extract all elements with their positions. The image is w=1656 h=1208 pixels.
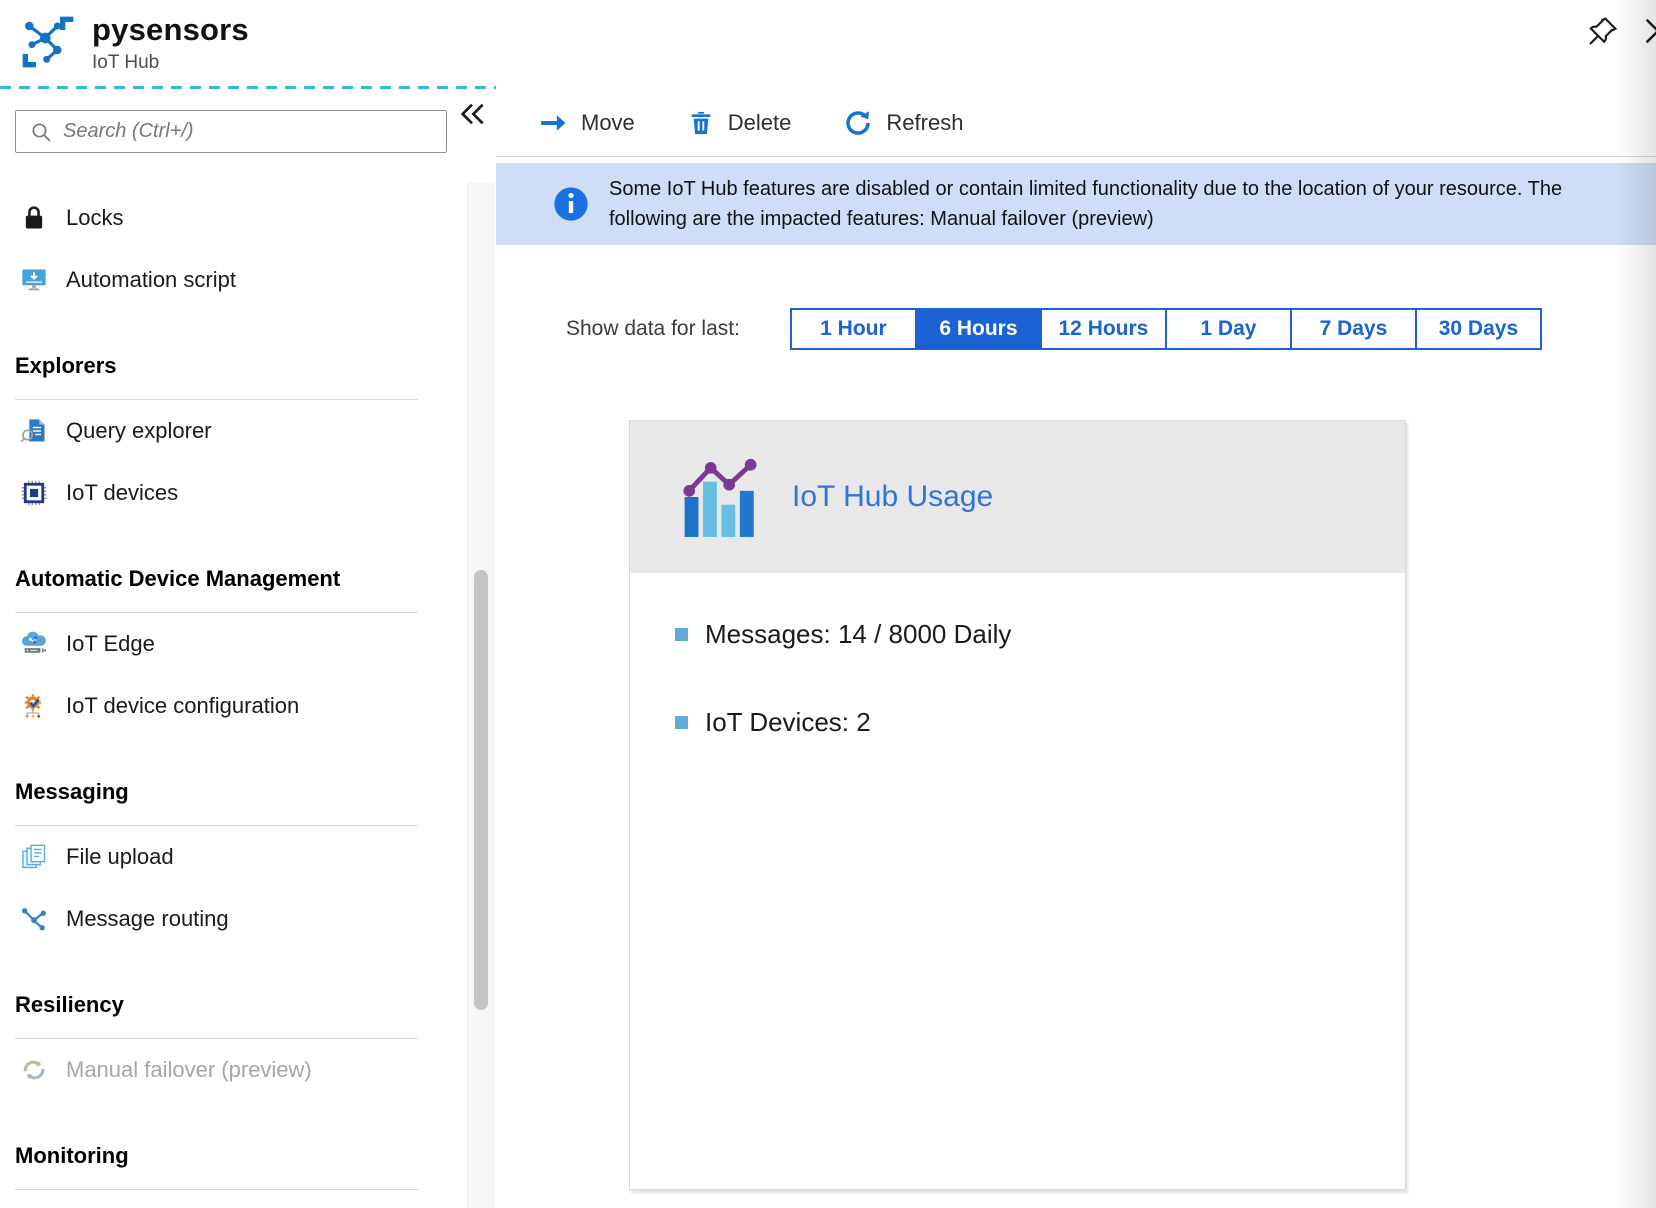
resource-type: IoT Hub	[92, 52, 249, 74]
time-filter-label: Show data for last:	[566, 317, 740, 341]
trash-icon	[687, 109, 715, 137]
close-icon[interactable]	[1641, 14, 1656, 48]
search-icon	[29, 120, 53, 144]
app-header: pysensors IoT Hub	[0, 0, 1656, 86]
iot-hub-usage-card: IoT Hub Usage Messages: 14 / 8000 Daily …	[629, 420, 1406, 1190]
sidebar-item-label: IoT Edge	[66, 631, 155, 657]
sidebar-section-messaging: Messaging	[0, 777, 467, 807]
sidebar-section-resiliency: Resiliency	[0, 990, 467, 1020]
delete-button[interactable]: Delete	[687, 109, 792, 137]
time-button-7-days[interactable]: 7 Days	[1290, 308, 1417, 350]
sidebar-section-automatic-device-management: Automatic Device Management	[0, 564, 467, 594]
sidebar-item-label: IoT device configuration	[66, 693, 299, 719]
manual-failover-icon	[18, 1054, 50, 1086]
usage-card-body: Messages: 14 / 8000 Daily IoT Devices: 2	[630, 573, 1405, 751]
sidebar-scrollbar-thumb[interactable]	[474, 570, 488, 1010]
sidebar-search[interactable]	[15, 110, 447, 153]
sidebar-scrollbar-track[interactable]	[467, 182, 495, 1208]
resource-name: pysensors	[92, 12, 249, 48]
time-filter-buttons: 1 Hour 6 Hours 12 Hours 1 Day 7 Days 30 …	[790, 308, 1542, 350]
bullet-square-icon	[675, 716, 688, 729]
sidebar-item-iot-devices[interactable]: IoT devices	[0, 462, 467, 524]
sidebar-section-explorers: Explorers	[0, 351, 467, 381]
iot-edge-icon	[18, 628, 50, 660]
metric-iot-devices: IoT Devices: 2	[675, 693, 1405, 751]
sidebar-item-iot-device-configuration[interactable]: IoT device configuration	[0, 675, 467, 737]
sidebar-item-label: Locks	[66, 205, 123, 231]
message-routing-icon	[18, 903, 50, 935]
usage-card-title[interactable]: IoT Hub Usage	[792, 480, 993, 514]
sidebar-item-locks[interactable]: Locks	[0, 187, 467, 249]
sidebar-item-alerts[interactable]: Alerts	[0, 1190, 467, 1208]
query-explorer-icon	[18, 415, 50, 447]
time-button-1-day[interactable]: 1 Day	[1165, 308, 1292, 350]
time-button-12-hours[interactable]: 12 Hours	[1040, 308, 1167, 350]
sidebar-item-label: Message routing	[66, 906, 229, 932]
time-button-30-days[interactable]: 30 Days	[1415, 308, 1542, 350]
sidebar-item-message-routing[interactable]: Message routing	[0, 888, 467, 950]
sidebar-item-label: Manual failover (preview)	[66, 1057, 312, 1083]
sidebar-item-manual-failover: Manual failover (preview)	[0, 1039, 467, 1101]
sidebar-item-label: File upload	[66, 844, 174, 870]
sidebar-nav: Locks Automation script Explorers	[0, 187, 467, 1208]
command-bar: Move Delete Refresh	[496, 89, 1656, 157]
lock-icon	[18, 202, 50, 234]
resource-menu-sidebar: Locks Automation script Explorers	[0, 89, 467, 1208]
iot-device-configuration-icon	[18, 690, 50, 722]
sidebar-item-file-upload[interactable]: File upload	[0, 826, 467, 888]
app-titles: pysensors IoT Hub	[92, 12, 249, 74]
info-banner: Some IoT Hub features are disabled or co…	[496, 163, 1656, 245]
bullet-square-icon	[675, 628, 688, 641]
refresh-button-label: Refresh	[886, 110, 963, 136]
usage-card-header: IoT Hub Usage	[630, 421, 1405, 573]
time-button-1-hour[interactable]: 1 Hour	[790, 308, 917, 350]
metric-messages-text: Messages: 14 / 8000 Daily	[705, 619, 1011, 650]
azure-portal-blade: pysensors IoT Hub	[0, 0, 1656, 1208]
refresh-icon	[843, 108, 873, 138]
time-button-6-hours[interactable]: 6 Hours	[915, 308, 1042, 350]
sidebar-item-automation-script[interactable]: Automation script	[0, 249, 467, 311]
pin-icon[interactable]	[1586, 14, 1620, 48]
sidebar-section-monitoring: Monitoring	[0, 1141, 467, 1171]
file-upload-icon	[18, 841, 50, 873]
move-button[interactable]: Move	[538, 108, 635, 138]
metric-iot-devices-text: IoT Devices: 2	[705, 707, 871, 738]
sidebar-item-label: Automation script	[66, 267, 236, 293]
time-filter: Show data for last: 1 Hour 6 Hours 12 Ho…	[496, 308, 1656, 350]
sidebar-collapse-icon[interactable]	[456, 98, 490, 132]
move-button-label: Move	[581, 110, 635, 136]
sidebar-item-label: IoT devices	[66, 480, 178, 506]
bar-line-chart-icon	[680, 457, 766, 537]
metric-messages: Messages: 14 / 8000 Daily	[675, 605, 1405, 663]
sidebar-item-iot-edge[interactable]: IoT Edge	[0, 613, 467, 675]
sidebar-item-query-explorer[interactable]: Query explorer	[0, 400, 467, 462]
main-content: Move Delete Refresh	[496, 89, 1656, 1208]
delete-button-label: Delete	[728, 110, 792, 136]
move-arrow-icon	[538, 108, 568, 138]
info-circle-icon	[551, 184, 591, 224]
iot-hub-logo-icon	[16, 10, 80, 74]
refresh-button[interactable]: Refresh	[843, 108, 963, 138]
search-input[interactable]	[63, 111, 446, 152]
info-banner-text: Some IoT Hub features are disabled or co…	[609, 174, 1574, 234]
sidebar-item-label: Query explorer	[66, 418, 212, 444]
automation-script-icon	[18, 264, 50, 296]
iot-devices-icon	[18, 477, 50, 509]
